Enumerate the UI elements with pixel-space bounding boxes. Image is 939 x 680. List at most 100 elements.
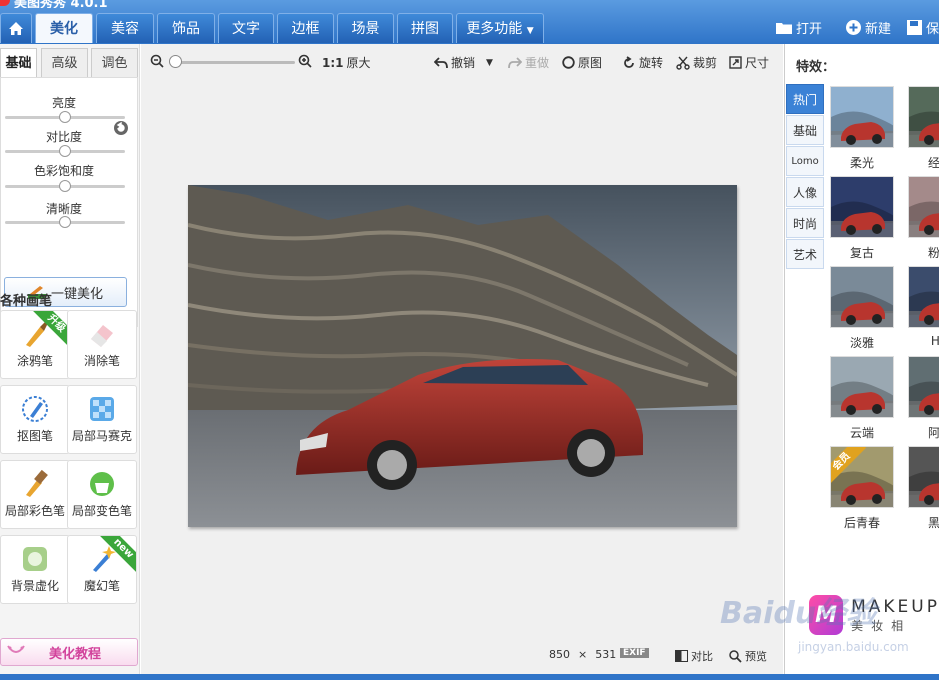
effect-thumb[interactable] [830, 176, 894, 238]
image-toolbar: 1:1 原大 撤销 ▼ 重做 原图 旋转 裁剪 尺寸 [141, 44, 783, 78]
effect-thumb[interactable]: 会员 [830, 446, 894, 508]
paint-bucket-icon [68, 469, 136, 499]
undo-label: 撤销 [451, 56, 476, 70]
slider-knob[interactable] [59, 216, 71, 228]
edited-photo[interactable] [188, 185, 737, 527]
brightness-slider[interactable] [5, 111, 125, 123]
effect-thumb[interactable] [908, 266, 939, 328]
hand-icon [7, 645, 25, 653]
slider-knob[interactable] [59, 145, 71, 157]
reset-icon[interactable] [114, 121, 128, 135]
tool-label: 局部变色笔 [71, 504, 132, 518]
slider-label-sharpness: 清晰度 [45, 202, 82, 216]
open-button[interactable]: 打开 [776, 18, 822, 37]
slider-label-contrast: 对比度 [45, 130, 82, 144]
tab-advanced[interactable]: 高级 [41, 48, 88, 78]
title-strip: 美图秀秀 4.0.1 [0, 0, 939, 8]
tab-pintu[interactable]: 拼图 [397, 13, 453, 43]
zoom-slider-knob[interactable] [169, 55, 182, 68]
zoom-out-icon[interactable] [150, 54, 164, 68]
tab-basic[interactable]: 基础 [0, 48, 37, 78]
effect-thumb[interactable] [908, 356, 939, 418]
preview-button[interactable]: 预览 [729, 648, 767, 664]
zoom-in-icon[interactable] [298, 54, 312, 68]
slider-knob[interactable] [59, 111, 71, 123]
exif-button[interactable]: EXIF [620, 648, 649, 658]
tab-meirong[interactable]: 美容 [96, 13, 154, 43]
image-dimensions: 850 × 531 [549, 648, 616, 661]
image-width: 850 [549, 648, 570, 661]
home-tab[interactable] [0, 13, 32, 43]
category-art[interactable]: 艺术 [786, 239, 824, 269]
blur-icon [1, 544, 69, 574]
plus-circle-icon [846, 20, 861, 35]
app-logo-icon [0, 0, 10, 6]
redo-button[interactable]: 重做 [508, 54, 549, 71]
tab-wenzi[interactable]: 文字 [218, 13, 274, 43]
original-image-button[interactable]: 原图 [562, 54, 602, 71]
new-button[interactable]: 新建 [846, 18, 891, 37]
category-basic[interactable]: 基础 [786, 115, 824, 145]
resize-button[interactable]: 尺寸 [729, 54, 769, 71]
effect-thumb[interactable] [830, 356, 894, 418]
category-popular[interactable]: 热门 [786, 84, 824, 114]
slider-label-brightness: 亮度 [51, 96, 76, 110]
eraser-pen-button[interactable]: 消除笔 [67, 310, 137, 379]
size-label: 尺寸 [745, 56, 770, 70]
canvas-area: 1:1 原大 撤销 ▼ 重做 原图 旋转 裁剪 尺寸 850 × 531 EXI… [141, 44, 783, 674]
left-panel: 基础 高级 调色 亮度 对比度 色彩饱和度 清晰度 一键美化 各种画笔 涂鸦笔 … [0, 44, 140, 674]
effect-thumb[interactable] [830, 266, 894, 328]
local-mosaic-button[interactable]: 局部马赛克 [67, 385, 137, 454]
effects-heading: 特效： [796, 60, 836, 75]
rotate-button[interactable]: 旋转 [622, 54, 663, 71]
contrast-slider[interactable] [5, 145, 125, 157]
effect-thumb[interactable] [908, 86, 939, 148]
undo-button[interactable]: 撤销 ▼ [434, 54, 493, 71]
original-size-button[interactable]: 1:1 原大 [322, 54, 371, 71]
category-portrait[interactable]: 人像 [786, 177, 824, 207]
effect-thumb[interactable] [908, 176, 939, 238]
category-lomo[interactable]: Lomo [786, 146, 824, 176]
magic-pen-button[interactable]: 魔幻笔 new [67, 535, 137, 604]
save-button[interactable]: 保 [907, 18, 939, 37]
tool-label: 魔幻笔 [83, 579, 120, 593]
local-color-pen-button[interactable]: 局部彩色笔 [0, 460, 70, 529]
adjust-tabs: 基础 高级 调色 [0, 48, 140, 78]
category-fashion[interactable]: 时尚 [786, 208, 824, 238]
background-blur-button[interactable]: 背景虚化 [0, 535, 70, 604]
mosaic-icon [68, 394, 136, 424]
save-label: 保 [926, 22, 939, 37]
slider-knob[interactable] [59, 180, 71, 192]
local-recolor-pen-button[interactable]: 局部变色笔 [67, 460, 137, 529]
tab-changjing[interactable]: 场景 [337, 13, 394, 43]
rotate-label: 旋转 [639, 56, 664, 70]
zoom-slider[interactable] [175, 61, 295, 64]
effect-thumb[interactable] [830, 86, 894, 148]
effect-thumb[interactable] [908, 446, 939, 508]
scissors-icon [676, 56, 690, 70]
rotate-icon [624, 55, 634, 68]
app-title: 美图秀秀 4.0.1 [14, 0, 108, 8]
tutorial-button[interactable]: 美化教程 [0, 638, 138, 666]
cutout-pen-button[interactable]: 抠图笔 [0, 385, 70, 454]
saturation-slider[interactable] [5, 180, 125, 192]
tab-meihua[interactable]: 美化 [35, 13, 93, 43]
doodle-pen-button[interactable]: 涂鸦笔 升级 [0, 310, 70, 379]
resize-icon [729, 56, 742, 69]
sharpness-slider[interactable] [5, 216, 125, 228]
tab-more[interactable]: 更多功能 ▼ [456, 13, 544, 43]
tool-label: 涂鸦笔 [16, 354, 53, 368]
tab-color[interactable]: 调色 [91, 48, 138, 78]
chevron-down-icon[interactable]: ▼ [486, 58, 493, 68]
folder-icon [776, 23, 792, 34]
tool-label: 局部马赛克 [71, 429, 132, 443]
tool-label: 局部彩色笔 [4, 504, 65, 518]
effect-thumb-label: 黑白 [927, 516, 939, 530]
undo-icon [434, 56, 448, 68]
compare-button[interactable]: 对比 [675, 648, 713, 664]
image-info-bar: 850 × 531 EXIF 对比 预览 [141, 640, 783, 670]
brushes-heading: 各种画笔 [0, 294, 53, 309]
crop-button[interactable]: 裁剪 [676, 54, 717, 71]
tab-biankuang[interactable]: 边框 [277, 13, 334, 43]
tab-shipin[interactable]: 饰品 [157, 13, 215, 43]
